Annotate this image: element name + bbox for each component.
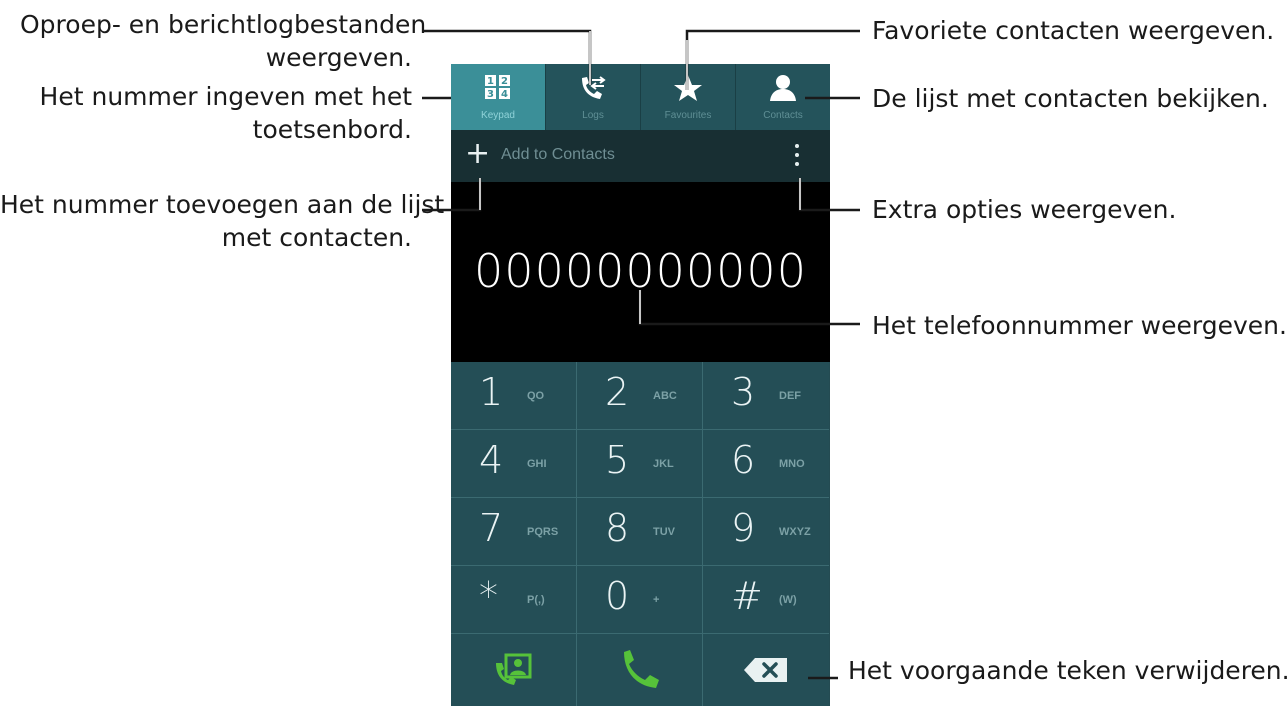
callout-contacts: De lijst met contacten bekijken. xyxy=(872,84,1269,113)
backspace-icon xyxy=(744,658,787,682)
contact-card-icon xyxy=(496,653,532,685)
key-9[interactable]: 9 WXYZ xyxy=(703,498,829,566)
tab-keypad-label: Keypad xyxy=(481,110,515,121)
more-options-icon[interactable] xyxy=(793,144,801,170)
tab-favourites-label: Favourites xyxy=(664,110,712,121)
backspace-button[interactable] xyxy=(703,634,829,706)
callout-keypad-line1: Het nummer ingeven met het xyxy=(39,82,412,111)
tab-keypad[interactable]: 1 2 3 4 Keypad xyxy=(451,64,546,130)
key-digit: # xyxy=(731,574,763,618)
key-letters: ABC xyxy=(653,390,677,402)
svg-text:3: 3 xyxy=(487,89,494,100)
logs-icon xyxy=(582,76,606,99)
key-letters: P(,) xyxy=(527,594,545,606)
key-digit: 4 xyxy=(479,438,504,482)
callout-backspace: Het voorgaande teken verwijderen. xyxy=(848,656,1287,685)
key-digit: 7 xyxy=(479,506,504,550)
contact-card-button[interactable] xyxy=(451,634,577,706)
key-digit: 2 xyxy=(605,370,630,414)
key-8[interactable]: 8 TUV xyxy=(577,498,703,566)
key-star[interactable]: * P(,) xyxy=(451,566,577,634)
key-digit: 5 xyxy=(605,438,630,482)
tab-bar: 1 2 3 4 Keypad Logs Favourites Contacts xyxy=(451,64,830,130)
contacts-icon xyxy=(770,75,796,101)
key-0[interactable]: 0 + xyxy=(577,566,703,634)
plus-icon[interactable]: + xyxy=(465,137,490,171)
key-hash[interactable]: # (W) xyxy=(703,566,829,634)
key-digit: 6 xyxy=(731,438,756,482)
callout-favourites: Favoriete contacten weergeven. xyxy=(872,16,1275,45)
key-1[interactable]: 1 QO xyxy=(451,362,577,430)
callout-logs-line2: weergeven. xyxy=(265,43,412,72)
callout-phone-number: Het telefoonnummer weergeven. xyxy=(872,311,1287,340)
star-icon xyxy=(674,75,702,101)
svg-text:1: 1 xyxy=(487,76,494,87)
call-icon xyxy=(624,650,659,688)
key-digit: 9 xyxy=(731,506,756,550)
action-bar: + Add to Contacts xyxy=(451,130,830,182)
phone-number-field[interactable]: 00000000000 xyxy=(451,244,830,298)
callout-logs: Oproep- en berichtlogbestanden weergeven… xyxy=(20,8,427,74)
call-button[interactable] xyxy=(577,634,703,706)
key-digit: * xyxy=(479,574,498,618)
key-digit: 0 xyxy=(605,574,630,618)
key-5[interactable]: 5 JKL xyxy=(577,430,703,498)
key-letters: (W) xyxy=(779,594,797,606)
key-letters: MNO xyxy=(779,458,805,470)
callout-logs-line1: Oproep- en berichtlogbestanden xyxy=(20,10,427,39)
callout-add-contact-line1: Het nummer toevoegen aan de lijst xyxy=(0,190,445,219)
key-4[interactable]: 4 GHI xyxy=(451,430,577,498)
keypad-icon: 1 2 3 4 xyxy=(485,75,510,100)
phone-dialer-screen: 1 2 3 4 Keypad Logs Favourites Contacts … xyxy=(451,64,830,706)
svg-text:2: 2 xyxy=(501,76,508,87)
key-letters: WXYZ xyxy=(779,526,811,538)
key-6[interactable]: 6 MNO xyxy=(703,430,829,498)
key-7[interactable]: 7 PQRS xyxy=(451,498,577,566)
callout-more-options: Extra opties weergeven. xyxy=(872,195,1177,224)
key-letters: JKL xyxy=(653,458,674,470)
callout-keypad: Het nummer ingeven met het toetsenbord. xyxy=(20,80,412,146)
key-letters: QO xyxy=(527,390,545,402)
key-digit: 8 xyxy=(605,506,630,550)
dial-keypad: 1 QO 2 ABC 3 DEF 4 GHI 5 JKL 6 MNO 7 PQRS 8 TUV … xyxy=(451,362,830,706)
add-to-contacts-button[interactable]: Add to Contacts xyxy=(501,146,615,164)
key-3[interactable]: 3 DEF xyxy=(703,362,829,430)
key-letters: + xyxy=(653,594,660,606)
number-display: 00000000000 xyxy=(451,182,830,362)
tab-contacts[interactable]: Contacts xyxy=(736,64,830,130)
key-letters: PQRS xyxy=(527,526,559,538)
tab-favourites[interactable]: Favourites xyxy=(641,64,736,130)
tab-logs-label: Logs xyxy=(582,110,604,121)
tab-contacts-label: Contacts xyxy=(763,110,803,121)
callout-keypad-line2: toetsenbord. xyxy=(252,115,412,144)
key-digit: 1 xyxy=(479,370,504,414)
key-letters: TUV xyxy=(653,526,675,538)
key-letters: GHI xyxy=(527,458,547,470)
callout-add-contact: Het nummer toevoegen aan de lijst met co… xyxy=(0,188,445,254)
callout-add-contact-line2: met contacten. xyxy=(221,223,412,252)
key-digit: 3 xyxy=(731,370,756,414)
key-2[interactable]: 2 ABC xyxy=(577,362,703,430)
svg-text:4: 4 xyxy=(501,89,508,100)
tab-logs[interactable]: Logs xyxy=(546,64,641,130)
key-letters: DEF xyxy=(779,390,801,402)
